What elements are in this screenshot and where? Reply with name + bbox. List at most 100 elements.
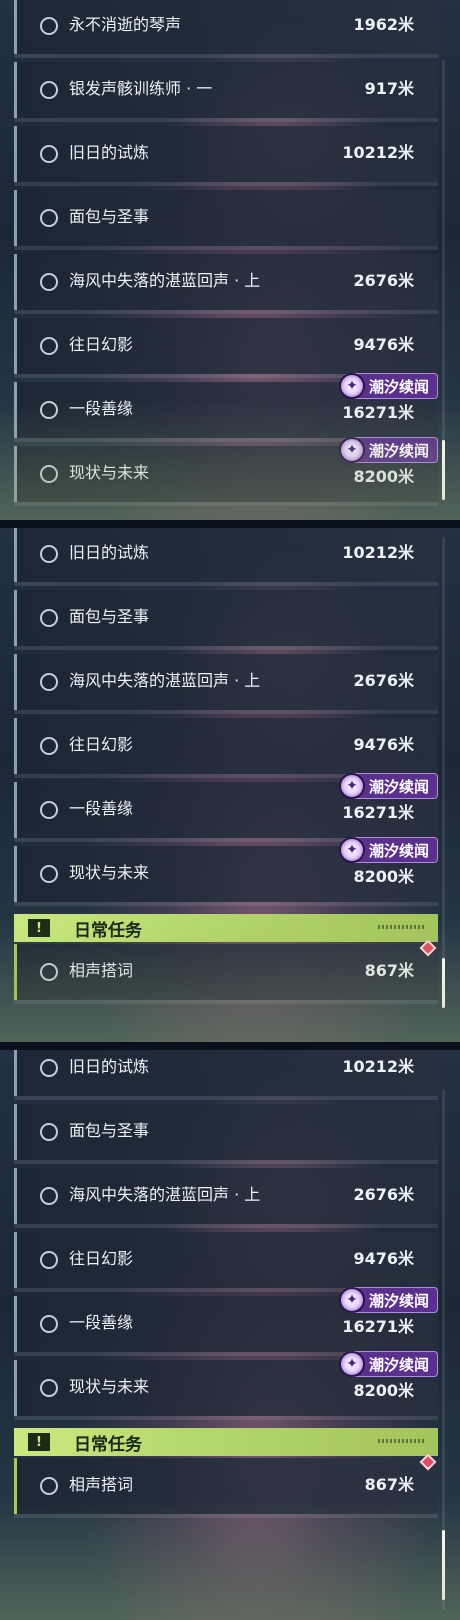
radio-icon[interactable] — [40, 865, 58, 883]
quest-row[interactable]: 永不消逝的琴声 1962米 — [14, 0, 438, 54]
quest-name: 旧日的试炼 — [69, 1057, 150, 1076]
quest-row[interactable]: 海风中失落的湛蓝回声 · 上 2676米 — [14, 1168, 438, 1224]
quest-name: 面包与圣事 — [69, 1121, 150, 1140]
header-decoration — [378, 1439, 424, 1443]
quest-name: 现状与未来 — [69, 863, 150, 882]
quest-row[interactable]: 往日幻影 9476米 — [14, 718, 438, 774]
quest-row[interactable]: 海风中失落的湛蓝回声 · 上 2676米 — [14, 254, 438, 310]
quest-name: 旧日的试炼 — [69, 543, 150, 562]
radio-icon[interactable] — [40, 545, 58, 563]
quest-name: 海风中失落的湛蓝回声 · 上 — [69, 1185, 261, 1204]
tag-label: 潮汐续闻 — [368, 441, 429, 460]
daily-quest-row[interactable]: 相声搭词 867米 — [14, 939, 438, 1000]
scroll-thumb[interactable] — [442, 958, 445, 1008]
scrollbar[interactable] — [442, 538, 445, 1008]
quest-distance: 9476米 — [353, 1249, 414, 1268]
tag-label: 潮汐续闻 — [368, 1291, 429, 1310]
quest-name: 相声搭词 — [69, 1475, 134, 1494]
scrollbar[interactable] — [442, 60, 445, 500]
daily-quest-row[interactable]: 相声搭词 867米 — [14, 1453, 438, 1514]
quest-distance: 9476米 — [353, 735, 414, 754]
quest-name: 现状与未来 — [69, 463, 150, 482]
section-title: 日常任务 — [74, 1434, 142, 1455]
quest-distance: 8200米 — [353, 867, 414, 886]
radio-icon[interactable] — [40, 337, 58, 355]
quest-name: 往日幻影 — [69, 335, 134, 354]
daily-quests-header[interactable]: ! 日常任务 — [14, 1428, 438, 1456]
scrollbar[interactable] — [442, 1090, 445, 1610]
quest-name: 面包与圣事 — [69, 207, 150, 226]
tide-story-tag: ✦ 潮汐续闻 — [338, 373, 438, 399]
radio-icon[interactable] — [40, 1251, 58, 1269]
radio-icon[interactable] — [40, 609, 58, 627]
section-title: 日常任务 — [74, 920, 142, 941]
tide-story-tag: ✦ 潮汐续闻 — [338, 837, 438, 863]
header-decoration — [378, 925, 424, 929]
tide-emblem-icon: ✦ — [338, 1351, 365, 1377]
radio-icon[interactable] — [40, 273, 58, 291]
tag-label: 潮汐续闻 — [368, 377, 429, 396]
tide-emblem-icon: ✦ — [338, 773, 365, 799]
daily-quests-header[interactable]: ! 日常任务 — [14, 914, 438, 942]
quest-name: 往日幻影 — [69, 735, 134, 754]
quest-row[interactable]: 面包与圣事 — [14, 190, 438, 246]
quest-name: 一段善缘 — [69, 399, 134, 418]
scroll-thumb[interactable] — [442, 1530, 445, 1600]
quest-distance: 867米 — [364, 961, 414, 980]
quest-distance: 16271米 — [342, 1317, 414, 1336]
tag-label: 潮汐续闻 — [368, 841, 429, 860]
tide-story-tag: ✦ 潮汐续闻 — [338, 1351, 438, 1377]
quest-row[interactable]: 海风中失落的湛蓝回声 · 上 2676米 — [14, 654, 438, 710]
radio-icon[interactable] — [40, 963, 58, 981]
quest-row[interactable]: 旧日的试炼 10212米 — [14, 1050, 438, 1096]
quest-list-panel: 旧日的试炼 10212米 面包与圣事 海风中失落的湛蓝回声 · 上 2676米 … — [0, 1050, 460, 1620]
radio-icon[interactable] — [40, 1379, 58, 1397]
quest-row[interactable]: 旧日的试炼 10212米 — [14, 528, 438, 582]
quest-distance: 8200米 — [353, 467, 414, 486]
quest-row[interactable]: 面包与圣事 — [14, 590, 438, 646]
radio-icon[interactable] — [40, 465, 58, 483]
quest-distance: 10212米 — [342, 543, 414, 562]
tag-label: 潮汐续闻 — [368, 777, 429, 796]
tide-story-tag: ✦ 潮汐续闻 — [338, 437, 438, 463]
quest-name: 相声搭词 — [69, 961, 134, 980]
radio-icon[interactable] — [40, 673, 58, 691]
tide-emblem-icon: ✦ — [338, 1287, 365, 1313]
quest-row[interactable]: 银发声骸训练师 · 一 917米 — [14, 62, 438, 118]
quest-name: 旧日的试炼 — [69, 143, 150, 162]
radio-icon[interactable] — [40, 209, 58, 227]
scroll-thumb[interactable] — [442, 440, 445, 500]
radio-icon[interactable] — [40, 737, 58, 755]
quest-name: 一段善缘 — [69, 1313, 134, 1332]
radio-icon[interactable] — [40, 1123, 58, 1141]
tide-story-tag: ✦ 潮汐续闻 — [338, 1287, 438, 1313]
quest-row[interactable]: 面包与圣事 — [14, 1104, 438, 1160]
divider — [0, 1042, 460, 1050]
radio-icon[interactable] — [40, 81, 58, 99]
tide-emblem-icon: ✦ — [338, 373, 365, 399]
quest-row[interactable]: 往日幻影 9476米 — [14, 1232, 438, 1288]
quest-name: 银发声骸训练师 · 一 — [69, 79, 213, 98]
radio-icon[interactable] — [40, 401, 58, 419]
exclamation-icon: ! — [28, 919, 50, 937]
radio-icon[interactable] — [40, 1187, 58, 1205]
quest-distance: 2676米 — [353, 271, 414, 290]
radio-icon[interactable] — [40, 1477, 58, 1495]
quest-row[interactable]: 往日幻影 9476米 — [14, 318, 438, 374]
quest-name: 永不消逝的琴声 — [69, 15, 182, 34]
quest-distance: 917米 — [364, 79, 414, 98]
quest-distance: 8200米 — [353, 1381, 414, 1400]
divider — [0, 520, 460, 528]
radio-icon[interactable] — [40, 1059, 58, 1077]
quest-distance: 16271米 — [342, 403, 414, 422]
radio-icon[interactable] — [40, 801, 58, 819]
quest-list-panel: 永不消逝的琴声 1962米 银发声骸训练师 · 一 917米 旧日的试炼 102… — [0, 0, 460, 520]
tide-story-tag: ✦ 潮汐续闻 — [338, 773, 438, 799]
radio-icon[interactable] — [40, 1315, 58, 1333]
quest-name: 现状与未来 — [69, 1377, 150, 1396]
quest-row[interactable]: 旧日的试炼 10212米 — [14, 126, 438, 182]
quest-distance: 10212米 — [342, 1057, 414, 1076]
quest-distance: 2676米 — [353, 1185, 414, 1204]
radio-icon[interactable] — [40, 17, 58, 35]
radio-icon[interactable] — [40, 145, 58, 163]
